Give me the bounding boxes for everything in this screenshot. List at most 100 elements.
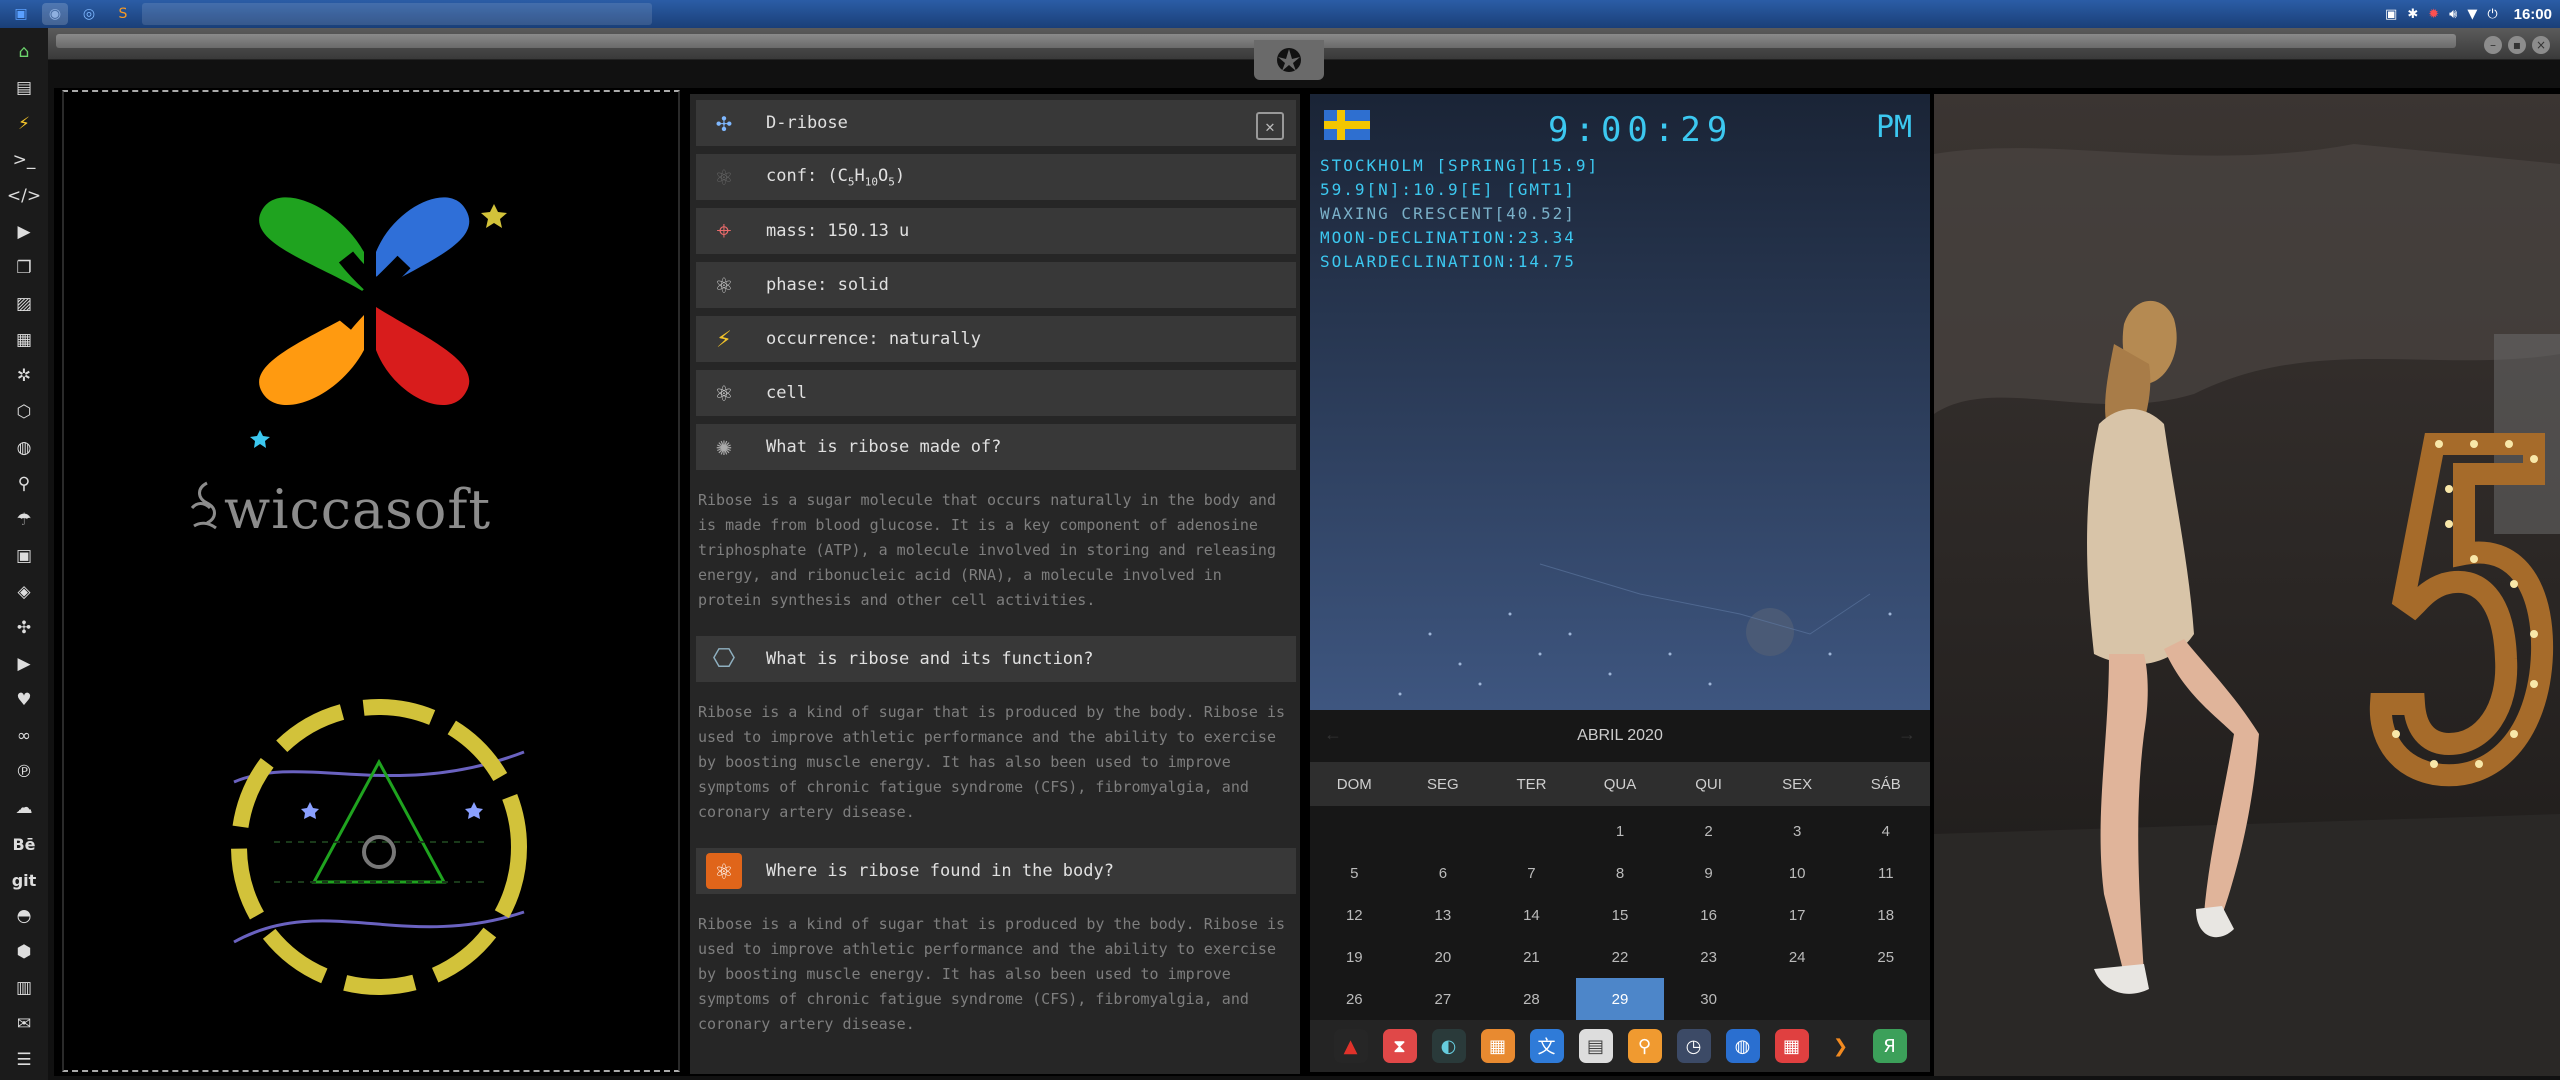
planet-icon[interactable]: ◐ <box>1431 1029 1466 1063</box>
calendar-day[interactable]: 18 <box>1841 894 1930 936</box>
globe-icon[interactable]: ◍ <box>6 430 42 466</box>
close-window-button[interactable]: × <box>2532 36 2550 54</box>
calendar-day[interactable]: 19 <box>1310 936 1399 978</box>
calendar-day[interactable]: 15 <box>1576 894 1665 936</box>
calendar-day[interactable]: 25 <box>1841 936 1930 978</box>
taskbar-clock[interactable]: 16:00 <box>2514 6 2552 23</box>
calendar-day[interactable]: 12 <box>1310 894 1399 936</box>
files-icon[interactable]: ▣ <box>8 3 34 25</box>
pinterest-icon[interactable]: ℗ <box>6 754 42 790</box>
calendar-day[interactable]: 13 <box>1399 894 1488 936</box>
chrome-icon[interactable]: ◎ <box>76 3 102 25</box>
info-row-occurrence[interactable]: ⚡ occurrence: naturally <box>696 316 1296 362</box>
info-row-mass[interactable]: ⌖ mass: 150.13 u <box>696 208 1296 254</box>
calendar-day[interactable]: 26 <box>1310 978 1399 1020</box>
calendar-day[interactable]: 7 <box>1487 852 1576 894</box>
search-icon[interactable]: ⚲ <box>6 466 42 502</box>
info-row-formula[interactable]: ⚛ conf: (C5H10O5) <box>696 154 1296 200</box>
document-icon[interactable]: ▤ <box>6 70 42 106</box>
photos-icon[interactable]: ▦ <box>1480 1029 1515 1063</box>
calendar-day[interactable]: 23 <box>1664 936 1753 978</box>
app-window-icon[interactable]: ◉ <box>42 3 68 25</box>
calendar-day[interactable]: 27 <box>1399 978 1488 1020</box>
minimize-button[interactable]: – <box>2484 36 2502 54</box>
calendar-widget: ← ABRIL 2020 → DOM SEG TER QUA QUI SEX SÁB 123… <box>1310 710 1930 1020</box>
expand-icon[interactable]: ✣ <box>6 610 42 646</box>
arrow-app-icon[interactable]: ❯ <box>1823 1029 1858 1063</box>
calendar-day[interactable]: 20 <box>1399 936 1488 978</box>
question-3[interactable]: ⚛ Where is ribose found in the body? <box>696 848 1296 894</box>
screen-icon[interactable]: ▣ <box>2385 7 2397 22</box>
mail-icon[interactable]: ✉ <box>6 1006 42 1042</box>
next-month-button[interactable]: → <box>1898 724 1916 745</box>
map-icon[interactable]: ▥ <box>6 970 42 1006</box>
calendar-day[interactable]: 21 <box>1487 936 1576 978</box>
wifi-icon[interactable]: ▼ <box>2467 7 2477 22</box>
volume-icon[interactable]: 🔊︎ <box>2449 7 2457 22</box>
bluetooth-icon[interactable]: ✱ <box>2407 7 2418 22</box>
git-icon[interactable]: git <box>6 862 42 898</box>
timer-icon[interactable]: ⧗ <box>1382 1029 1417 1063</box>
calendar-day[interactable]: 30 <box>1664 978 1753 1020</box>
calendar-day[interactable]: 17 <box>1753 894 1842 936</box>
calendar-day[interactable]: 5 <box>1310 852 1399 894</box>
sublime-icon[interactable]: S <box>110 3 136 25</box>
info-row-phase[interactable]: ⚛ phase: solid <box>696 262 1296 308</box>
server-icon[interactable]: ☰ <box>6 1042 42 1078</box>
calendar-day[interactable]: 10 <box>1753 852 1842 894</box>
clock-app-icon[interactable]: ◷ <box>1676 1029 1711 1063</box>
news-icon[interactable]: ▦ <box>6 322 42 358</box>
calendar-day[interactable]: 4 <box>1841 810 1930 852</box>
terminal-icon[interactable]: >_ <box>6 142 42 178</box>
hexagon-icon[interactable]: ⬡ <box>6 394 42 430</box>
web-icon[interactable]: ◍ <box>1725 1029 1760 1063</box>
translate-icon[interactable]: 文 <box>1529 1029 1564 1063</box>
calendar-day[interactable]: 16 <box>1664 894 1753 936</box>
notes-icon[interactable]: ▤ <box>1578 1029 1613 1063</box>
calendar-day[interactable]: 24 <box>1753 936 1842 978</box>
umbrella-icon[interactable]: ☂ <box>6 502 42 538</box>
power-icon[interactable]: ⏻ <box>2487 7 2497 22</box>
play-icon[interactable]: ▶ <box>6 214 42 250</box>
settings-icon[interactable]: ✲ <box>6 358 42 394</box>
maximize-button[interactable]: ▪ <box>2508 36 2526 54</box>
copy-icon[interactable]: ❐ <box>6 250 42 286</box>
infinity-icon[interactable]: ∞ <box>6 718 42 754</box>
calendar-day[interactable]: 22 <box>1576 936 1665 978</box>
question-2[interactable]: ⎔ What is ribose and its function? <box>696 636 1296 682</box>
yandex-icon[interactable]: Я <box>1872 1029 1907 1063</box>
info-row-cell[interactable]: ⚛ cell <box>696 370 1296 416</box>
search-app-icon[interactable]: ⚲ <box>1627 1029 1662 1063</box>
behance-icon[interactable]: Bē <box>6 826 42 862</box>
code-icon[interactable]: </> <box>6 178 42 214</box>
settings-alert-icon[interactable]: ✹ <box>2428 7 2439 22</box>
cloud-icon[interactable]: ☁ <box>6 790 42 826</box>
calendar-day[interactable]: 3 <box>1753 810 1842 852</box>
calendar-day[interactable]: 8 <box>1576 852 1665 894</box>
prev-month-button[interactable]: ← <box>1324 724 1342 745</box>
github-icon[interactable]: ◓ <box>6 898 42 934</box>
calendar-day[interactable]: 2 <box>1664 810 1753 852</box>
calendar-day[interactable]: 14 <box>1487 894 1576 936</box>
calendar-day[interactable]: 29 <box>1575 978 1665 1020</box>
calendar-day[interactable]: 28 <box>1487 978 1576 1020</box>
info-row-title[interactable]: ✣ D-ribose ✕ <box>696 100 1296 146</box>
rebel-alliance-icon[interactable] <box>1254 40 1324 80</box>
acrobat-icon[interactable]: ▲ <box>1333 1029 1368 1063</box>
home-icon[interactable]: ⌂ <box>6 34 42 70</box>
cubes-icon[interactable]: ⬢ <box>6 934 42 970</box>
calendar-day[interactable]: 6 <box>1399 852 1488 894</box>
question-1[interactable]: ✺ What is ribose made of? <box>696 424 1296 470</box>
contact-icon[interactable]: ▣ <box>6 538 42 574</box>
calendar-day[interactable]: 1 <box>1576 810 1665 852</box>
calendar-app-icon[interactable]: ▦ <box>1774 1029 1809 1063</box>
calendar-day[interactable]: 9 <box>1664 852 1753 894</box>
heart-icon[interactable]: ♥ <box>6 682 42 718</box>
taskbar-window-list[interactable] <box>142 3 652 25</box>
calendar-day[interactable]: 11 <box>1841 852 1930 894</box>
youtube-icon[interactable]: ▶ <box>6 646 42 682</box>
image-icon[interactable]: ▨ <box>6 286 42 322</box>
close-icon[interactable]: ✕ <box>1256 112 1284 140</box>
tag-icon[interactable]: ◈ <box>6 574 42 610</box>
lightning-icon[interactable]: ⚡ <box>6 106 42 142</box>
